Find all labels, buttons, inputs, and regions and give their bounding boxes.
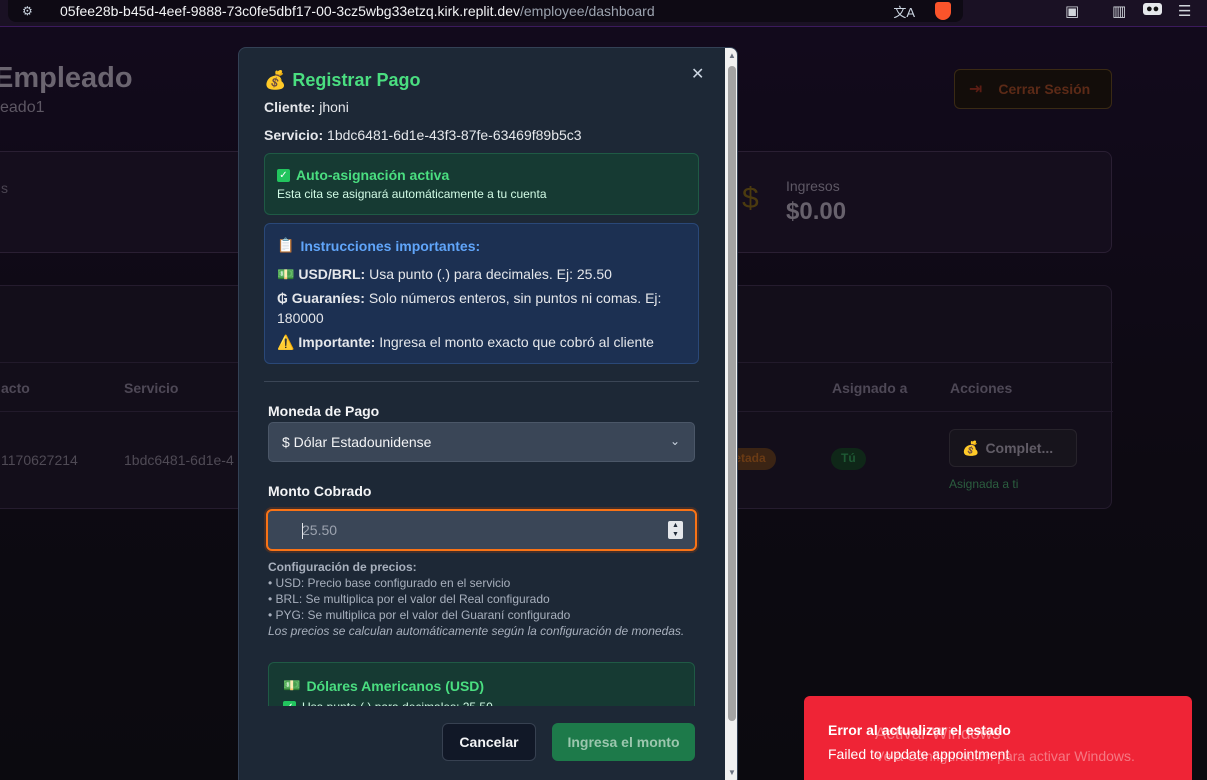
auto-assign-title-text: Auto-asignación activa [296, 167, 450, 183]
stats-label-fragment: s [1, 180, 8, 196]
complete-button[interactable]: 💰 Complet... [949, 429, 1077, 467]
service-label: Servicio: [264, 127, 324, 143]
close-icon[interactable]: ✕ [691, 64, 704, 84]
translate-icon[interactable]: 文A [893, 2, 915, 21]
header-actions: Acciones [950, 380, 1013, 396]
auto-assign-alert: ✓ Auto-asignación activa Esta cita se as… [264, 153, 699, 215]
modal-title: 💰 Registrar Pago [264, 70, 420, 91]
auto-assign-title: ✓ Auto-asignación activa [277, 167, 686, 183]
warning-icon: ⚠️ [277, 334, 295, 350]
config-title: Configuración de precios: [268, 560, 417, 574]
address-bar[interactable]: ⚙ 05fee28b-b45d-4eef-9888-73c0fe5dbf17-0… [8, 0, 963, 22]
instr-imp-text: Ingresa el monto exacto que cobró al cli… [379, 334, 654, 350]
browser-toolbar: ⚙ 05fee28b-b45d-4eef-9888-73c0fe5dbf17-0… [0, 0, 1207, 27]
assigned-badge: Tú [831, 448, 866, 470]
amount-input[interactable]: 25.50 ▲ ▼ [266, 509, 697, 551]
money-bag-icon: 💰 [264, 70, 287, 90]
complete-label: Complet... [985, 440, 1054, 456]
usd-title: 💵 Dólares Americanos (USD) [283, 677, 680, 694]
banknote-icon: 💵 [277, 266, 295, 282]
number-stepper[interactable]: ▲ ▼ [668, 521, 683, 539]
url-path: /employee/dashboard [519, 3, 655, 19]
config-usd: • USD: Precio base configurado en el ser… [268, 576, 511, 590]
page-subtitle: eado1 [0, 99, 45, 116]
reader-mode-icon[interactable]: ▣ [1065, 2, 1079, 20]
client-value: jhoni [319, 99, 349, 115]
auto-assign-desc: Esta cita se asignará automáticamente a … [277, 187, 547, 201]
currency-select[interactable]: $ Dólar Estadounidense ⌄ [268, 422, 695, 462]
logout-button[interactable]: ⇥ Cerrar Sesión [954, 69, 1112, 109]
windows-watermark-title: Activar Windows [875, 724, 1001, 743]
row-service: 1bdc6481-6d1e-4 [124, 452, 234, 468]
cancel-button[interactable]: Cancelar [442, 723, 536, 761]
amount-label: Monto Cobrado [268, 483, 372, 499]
service-info: Servicio: 1bdc6481-6d1e-43f3-87fe-63469f… [264, 127, 582, 143]
submit-amount-button[interactable]: Ingresa el monto [552, 723, 695, 761]
config-pyg: • PYG: Se multiplica por el valor del Gu… [268, 608, 571, 622]
header-service: Servicio [124, 380, 179, 396]
modal-scrollbar[interactable]: ▲ ▼ [725, 48, 737, 780]
check-icon: ✓ [277, 168, 290, 182]
instructions-alert: 📋 Instrucciones importantes: 💵 USD/BRL: … [264, 223, 699, 364]
instructions-title-text: Instrucciones importantes: [300, 237, 481, 254]
client-label: Cliente: [264, 99, 316, 115]
windows-watermark-subtitle: Ve a Configuración para activar Windows. [875, 748, 1135, 764]
instruction-important: ⚠️ Importante: Ingresa el monto exacto q… [277, 332, 686, 352]
scroll-down-icon[interactable]: ▼ [728, 768, 736, 777]
menu-icon[interactable]: ☰ [1178, 2, 1191, 20]
scroll-up-icon[interactable]: ▲ [728, 51, 736, 60]
payment-modal: 💰 Registrar Pago ✕ Cliente: jhoni Servic… [238, 47, 738, 780]
config-note: Los precios se calculan automáticamente … [268, 624, 685, 638]
instr-pyg-label: ₲ Guaraníes: [277, 290, 365, 306]
sidebar-icon[interactable]: ▥ [1112, 2, 1126, 20]
currency-selected-value: $ Dólar Estadounidense [282, 434, 432, 450]
brave-shield-icon[interactable] [935, 2, 951, 20]
currency-label: Moneda de Pago [268, 403, 380, 419]
usd-title-text: Dólares Americanos (USD) [306, 677, 485, 694]
modal-footer: Cancelar Ingresa el monto [239, 706, 725, 780]
glasses-icon[interactable]: ●● [1143, 3, 1163, 15]
config-brl: • BRL: Se multiplica por el valor del Re… [268, 592, 550, 606]
instructions-title: 📋 Instrucciones importantes: [277, 237, 686, 254]
income-label: Ingresos [786, 178, 840, 194]
price-config-help: Configuración de precios: • USD: Precio … [268, 559, 688, 639]
page-title: Empleado [0, 62, 133, 94]
banknote-icon: 💵 [283, 677, 301, 693]
dollar-icon: $ [742, 182, 759, 215]
income-value: $0.00 [786, 198, 847, 225]
chevron-down-icon: ⌄ [669, 434, 680, 448]
clipboard-icon: 📋 [277, 237, 295, 253]
instruction-usd: 💵 USD/BRL: Usa punto (.) para decimales.… [277, 264, 686, 284]
logout-label: Cerrar Sesión [998, 81, 1091, 97]
divider [264, 381, 699, 382]
logout-icon: ⇥ [969, 81, 983, 98]
instr-usd-label: USD/BRL: [298, 266, 366, 282]
instruction-pyg: ₲ Guaraníes: Solo números enteros, sin p… [277, 288, 686, 328]
money-bag-icon: 💰 [962, 439, 980, 456]
assigned-to-you-text: Asignada a ti [949, 477, 1019, 491]
header-assigned: Asignado a [832, 380, 908, 396]
instr-imp-label: Importante: [298, 334, 376, 350]
scrollbar-thumb[interactable] [728, 66, 736, 721]
header-contact: acto [1, 380, 30, 396]
client-info: Cliente: jhoni [264, 99, 349, 115]
url-host: 05fee28b-b45d-4eef-9888-73c0fe5dbf17-00-… [60, 3, 520, 19]
instr-usd-text: Usa punto (.) para decimales. Ej: 25.50 [369, 266, 612, 282]
service-value: 1bdc6481-6d1e-43f3-87fe-63469f89b5c3 [327, 127, 582, 143]
site-settings-icon[interactable]: ⚙ [22, 4, 38, 18]
modal-title-text: Registrar Pago [292, 70, 421, 90]
text-caret [302, 523, 303, 539]
amount-placeholder: 25.50 [302, 522, 338, 538]
row-contact: 1170627214 [1, 452, 78, 468]
modal-body[interactable]: 💰 Registrar Pago ✕ Cliente: jhoni Servic… [239, 48, 725, 780]
